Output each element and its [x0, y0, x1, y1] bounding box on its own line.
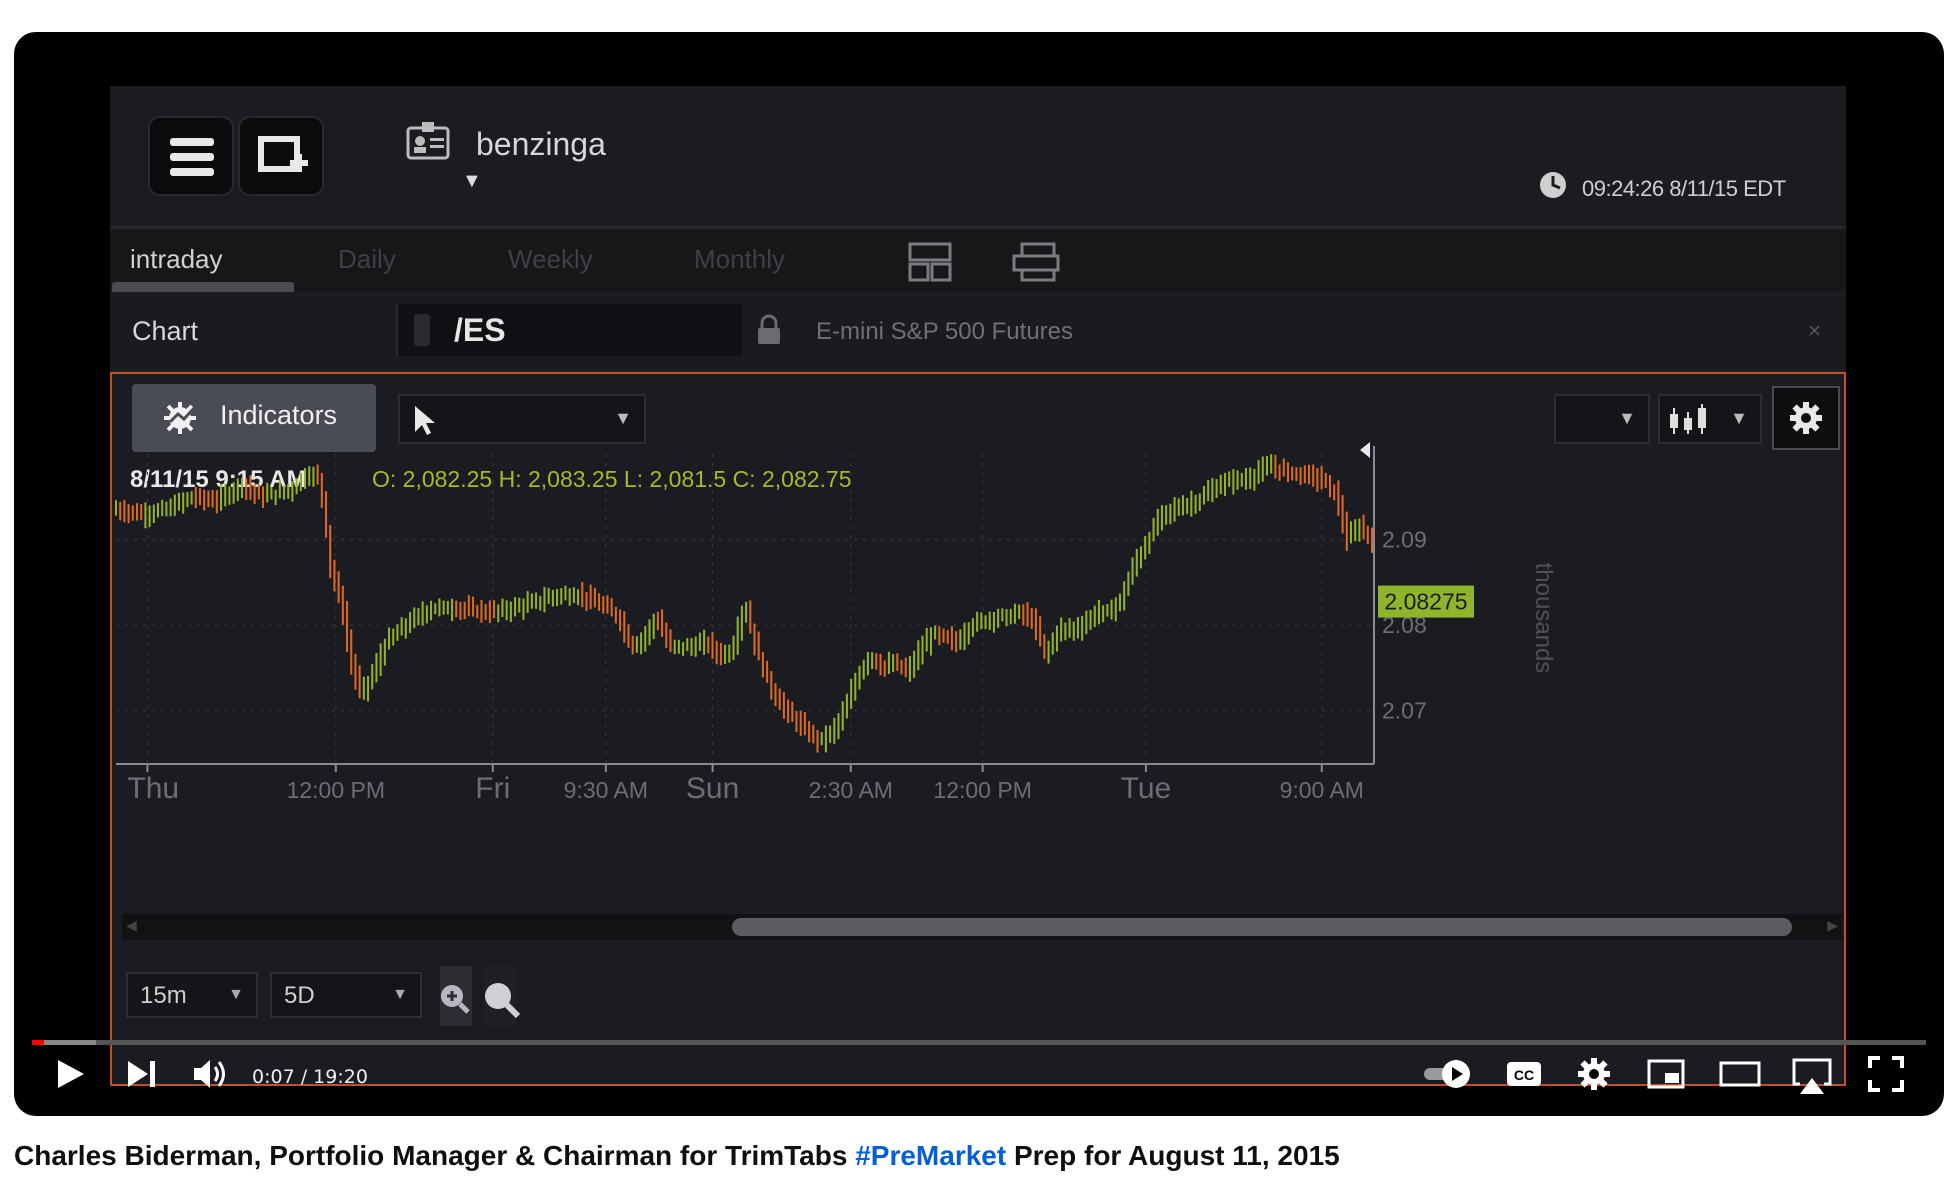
fullscreen-icon[interactable]	[1866, 1054, 1906, 1094]
y-tick-label: 2.09	[1382, 527, 1427, 553]
chart-panel: Indicators ▼ ▼ ▼ 8/11/15 9:15 AM O: 2,08…	[110, 372, 1846, 1086]
account-name: benzinga	[476, 126, 606, 162]
symbol-description: E-mini S&P 500 Futures	[816, 318, 1074, 345]
y-tick-label: 2.07	[1382, 698, 1427, 724]
title-text: Charles Biderman, Portfolio Manager & Ch…	[14, 1140, 856, 1171]
settings-gear-icon[interactable]	[1574, 1054, 1614, 1094]
price-chart: Thu 12:00 PM Fri 9:30 AM Sun 2:30 AM 12:00 PM T…	[115, 442, 1557, 805]
captions-icon[interactable]: CC	[1504, 1054, 1544, 1094]
progress-played[interactable]	[32, 1040, 44, 1045]
chart-scrollbar: ◀ ▶	[122, 914, 1842, 940]
zoom-in-icon	[440, 966, 472, 1026]
drag-handle-icon	[414, 314, 430, 346]
title-text-suffix: Prep for August 11, 2015	[1006, 1140, 1340, 1171]
hashtag-link[interactable]: #PreMarket	[855, 1140, 1006, 1171]
zoom-out-icon	[484, 966, 521, 1026]
symbol-text: /ES	[454, 312, 506, 348]
x-tick-label: 9:00 AM	[1280, 777, 1364, 803]
scroll-thumb	[732, 918, 1792, 936]
x-tick-label: 12:00 PM	[287, 777, 385, 803]
x-tick-label: 12:00 PM	[933, 777, 1031, 803]
x-tick-label: Thu	[127, 772, 179, 805]
lock-icon	[758, 314, 780, 344]
video-frame[interactable]: benzinga ▼ 09:24:26 8/11/15 EDT intraday…	[110, 86, 1846, 1086]
last-price-label: 2.08275	[1384, 589, 1467, 615]
chart-header: Chart /ES E-mini S&P 500 Futures ×	[110, 296, 1846, 370]
airplay-icon[interactable]	[1790, 1054, 1834, 1098]
tab-weekly: Weekly	[508, 244, 593, 274]
app-topbar: benzinga ▼ 09:24:26 8/11/15 EDT	[110, 86, 1846, 228]
next-icon[interactable]	[122, 1054, 162, 1094]
close-icon: ×	[1808, 318, 1821, 343]
interval-value: 15m	[140, 982, 187, 1009]
range-select: 5D ▼	[270, 972, 422, 1018]
menu-button	[148, 116, 234, 196]
x-tick-label: Tue	[1121, 772, 1172, 805]
svg-text:CC: CC	[1514, 1067, 1534, 1083]
layout-grid-icon	[908, 242, 952, 282]
autoplay-toggle-icon[interactable]	[1422, 1054, 1476, 1094]
tab-intraday: intraday	[130, 244, 223, 274]
scroll-left-icon: ◀	[126, 917, 137, 933]
volume-icon[interactable]	[190, 1054, 230, 1094]
range-value: 5D	[284, 982, 315, 1009]
clock-readout: 09:24:26 8/11/15 EDT	[1582, 176, 1786, 201]
progress-buffer	[44, 1040, 96, 1045]
dropdown-caret-icon: ▼	[228, 986, 244, 1003]
clock-icon	[1540, 172, 1566, 198]
x-tick-label: 2:30 AM	[809, 777, 893, 803]
new-window-button	[238, 116, 324, 196]
video-player[interactable]: benzinga ▼ 09:24:26 8/11/15 EDT intraday…	[14, 32, 1944, 1116]
x-tick-label: 9:30 AM	[564, 777, 648, 803]
add-window-icon	[258, 136, 308, 172]
time-readout: 0:07 / 19:20	[252, 1066, 368, 1088]
collapse-arrow-icon	[1360, 442, 1370, 458]
x-tick-label: Fri	[475, 772, 510, 805]
hamburger-icon	[170, 138, 214, 176]
miniplayer-icon[interactable]	[1646, 1054, 1686, 1094]
tab-monthly: Monthly	[694, 244, 786, 274]
symbol-input: /ES	[396, 304, 742, 356]
chart-label: Chart	[132, 316, 199, 346]
x-tick-label: Sun	[686, 772, 739, 805]
theater-mode-icon[interactable]	[1718, 1054, 1762, 1094]
video-title: Charles Biderman, Portfolio Manager & Ch…	[14, 1140, 1340, 1172]
id-badge-icon	[406, 122, 450, 160]
progress-track[interactable]	[32, 1040, 1926, 1045]
caret-down-icon: ▼	[462, 170, 482, 192]
scroll-right-icon: ▶	[1827, 917, 1838, 933]
tab-daily: Daily	[338, 244, 396, 274]
interval-select: 15m ▼	[126, 972, 258, 1018]
dropdown-caret-icon: ▼	[392, 986, 408, 1003]
y-axis-label: thousands	[1530, 563, 1557, 674]
play-icon[interactable]	[50, 1054, 90, 1094]
stacked-windows-icon	[1012, 242, 1060, 282]
timeframe-tabs: intraday Daily Weekly Monthly	[110, 230, 1846, 292]
